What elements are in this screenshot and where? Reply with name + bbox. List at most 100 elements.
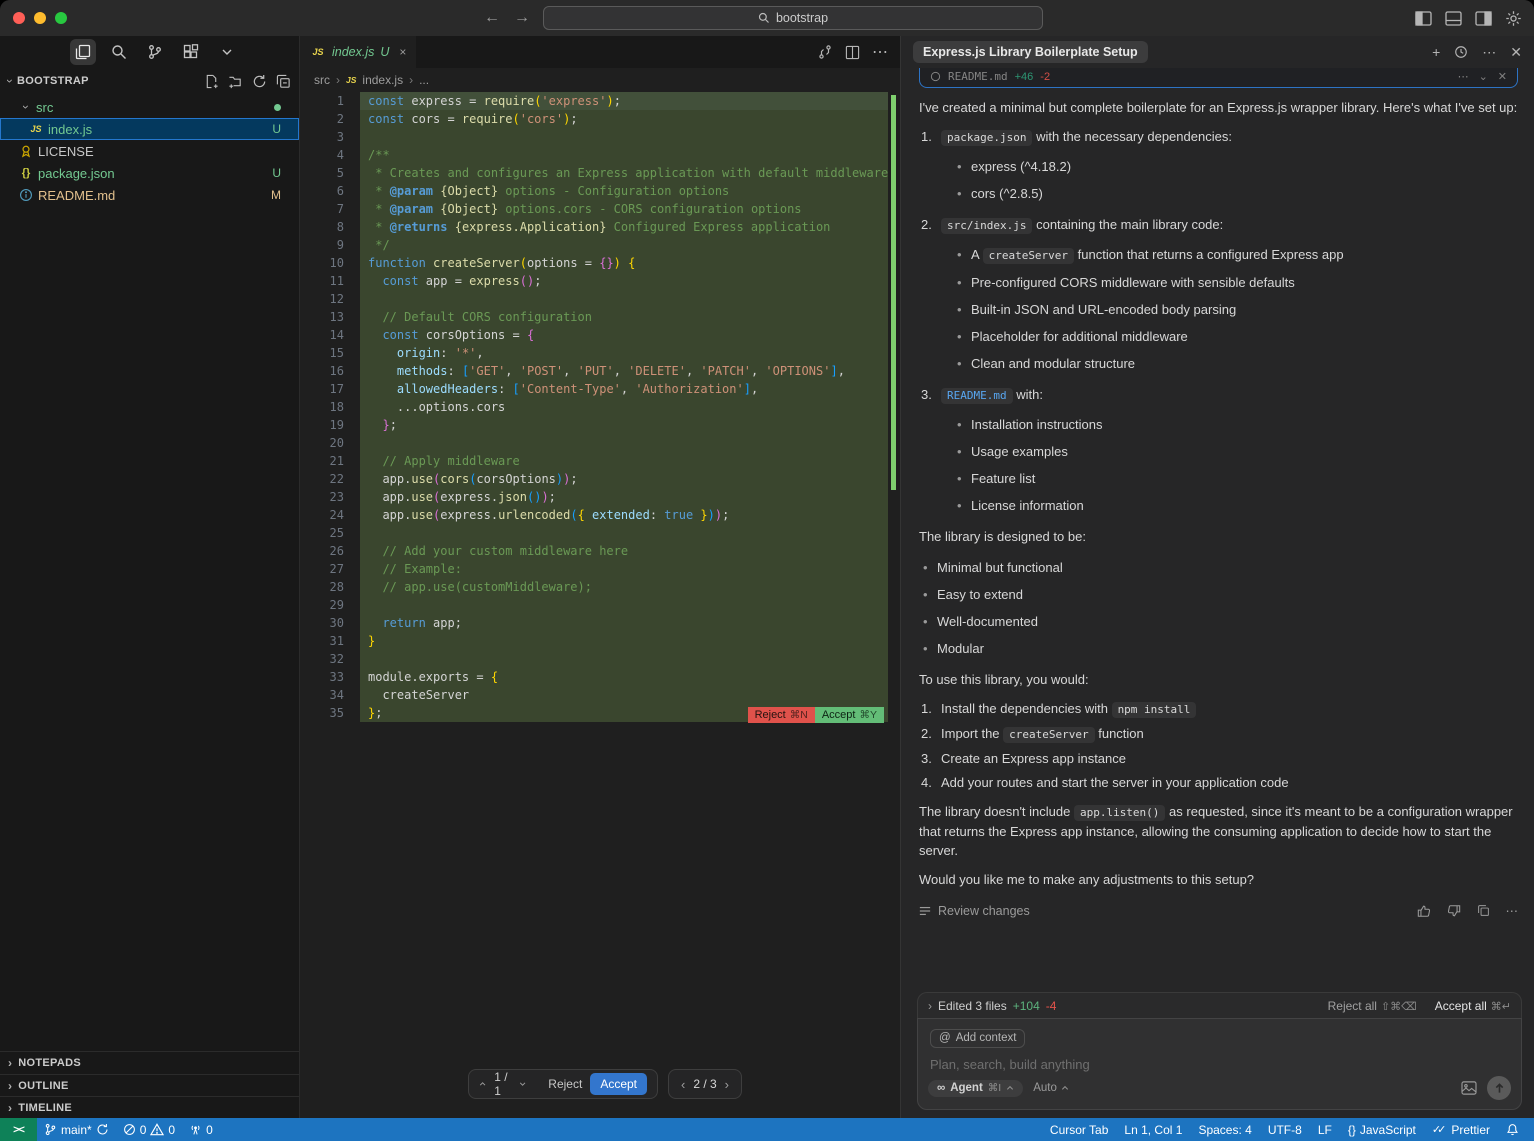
collapse-folders-icon[interactable] <box>276 74 291 89</box>
code-line[interactable]: 8 * @returns {express.Application} Confi… <box>300 218 900 236</box>
code-line[interactable]: 24 app.use(express.urlencoded({ extended… <box>300 506 900 524</box>
file-row-src[interactable]: ›src <box>0 96 299 118</box>
card-chevron-icon[interactable]: ⌄ <box>1479 70 1488 83</box>
remote-indicator[interactable]: >< <box>0 1118 37 1141</box>
close-tab-icon[interactable]: × <box>399 45 406 59</box>
source-control-icon[interactable] <box>142 39 168 65</box>
git-branch-item[interactable]: main* <box>37 1123 116 1137</box>
code-line[interactable]: 25 <box>300 524 900 542</box>
code-line[interactable]: 20 <box>300 434 900 452</box>
forward-arrow-icon[interactable]: → <box>514 9 530 27</box>
problems-item[interactable]: 0 0 <box>116 1123 182 1137</box>
chevron-up-icon[interactable] <box>479 1079 486 1089</box>
code-line[interactable]: 23 app.use(express.json()); <box>300 488 900 506</box>
chat-input[interactable]: @ Add context Plan, search, build anythi… <box>917 1018 1522 1110</box>
history-icon[interactable] <box>1454 45 1468 59</box>
code-area[interactable]: 1const express = require('express');2con… <box>300 92 900 722</box>
chat-tab-title[interactable]: Express.js Library Boilerplate Setup <box>913 41 1148 63</box>
code-line[interactable]: 9 */ <box>300 236 900 254</box>
copy-icon[interactable] <box>1477 904 1490 917</box>
reject-diff-button[interactable]: Reject⌘N <box>748 707 815 723</box>
extensions-icon[interactable] <box>178 39 204 65</box>
next-file-icon[interactable]: › <box>725 1077 729 1092</box>
cursor-tab-item[interactable]: Cursor Tab <box>1043 1123 1115 1137</box>
accept-button[interactable]: Accept <box>590 1073 647 1095</box>
code-line[interactable]: 32 <box>300 650 900 668</box>
thumbs-down-icon[interactable] <box>1447 904 1461 918</box>
encoding-item[interactable]: UTF-8 <box>1261 1123 1309 1137</box>
toggle-secondary-sidebar-icon[interactable] <box>1475 11 1492 26</box>
more-options-icon[interactable]: ⋯ <box>1482 44 1496 61</box>
ports-item[interactable]: 0 <box>182 1123 220 1137</box>
inline-code-file-link[interactable]: README.md <box>941 388 1013 404</box>
refresh-icon[interactable] <box>252 74 267 89</box>
back-arrow-icon[interactable]: ← <box>484 9 500 27</box>
code-line[interactable]: 7 * @param {Object} options.cors - CORS … <box>300 200 900 218</box>
prev-file-icon[interactable]: ‹ <box>681 1077 685 1092</box>
accept-diff-button[interactable]: Accept⌘Y <box>815 707 884 723</box>
code-line[interactable]: 15 origin: '*', <box>300 344 900 362</box>
thumbs-up-icon[interactable] <box>1417 904 1431 918</box>
code-line[interactable]: 21 // Apply middleware <box>300 452 900 470</box>
breadcrumb[interactable]: src › JS index.js › ... <box>300 68 900 92</box>
code-line[interactable]: 3 <box>300 128 900 146</box>
agent-mode-selector[interactable]: ∞ Agent ⌘I <box>928 1080 1023 1097</box>
card-close-icon[interactable]: ✕ <box>1498 70 1507 83</box>
zoom-window-button[interactable] <box>55 12 67 24</box>
formatter-item[interactable]: ✓✓ Prettier <box>1425 1123 1497 1137</box>
code-line[interactable]: 16 methods: ['GET', 'POST', 'PUT', 'DELE… <box>300 362 900 380</box>
code-line[interactable]: 19 }; <box>300 416 900 434</box>
model-selector[interactable]: Auto <box>1033 1082 1069 1094</box>
code-line[interactable]: 11 const app = express(); <box>300 272 900 290</box>
code-line[interactable]: 31} <box>300 632 900 650</box>
code-line[interactable]: 22 app.use(cors(corsOptions)); <box>300 470 900 488</box>
new-folder-icon[interactable] <box>228 74 243 89</box>
more-views-chevron-icon[interactable] <box>214 39 240 65</box>
explorer-icon[interactable] <box>70 39 96 65</box>
new-chat-icon[interactable]: + <box>1432 44 1440 60</box>
toggle-primary-sidebar-icon[interactable] <box>1415 11 1432 26</box>
file-row-readme-md[interactable]: README.mdM <box>0 184 299 206</box>
reject-all-button[interactable]: Reject all⇧⌘⌫ <box>1328 999 1417 1013</box>
cursor-position-item[interactable]: Ln 1, Col 1 <box>1117 1123 1189 1137</box>
close-panel-icon[interactable]: ✕ <box>1510 44 1522 61</box>
code-line[interactable]: 27 // Example: <box>300 560 900 578</box>
file-edit-card[interactable]: README.md +46 -2 ⋯ ⌄ ✕ <box>919 68 1518 88</box>
chat-scroll-area[interactable]: README.md +46 -2 ⋯ ⌄ ✕ I've created a mi… <box>901 68 1534 1118</box>
open-changes-icon[interactable] <box>817 44 833 60</box>
message-more-icon[interactable]: ⋯ <box>1506 903 1519 918</box>
code-line[interactable]: 28 // app.use(customMiddleware); <box>300 578 900 596</box>
code-line[interactable]: 17 allowedHeaders: ['Content-Type', 'Aut… <box>300 380 900 398</box>
code-line[interactable]: 10function createServer(options = {}) { <box>300 254 900 272</box>
settings-gear-icon[interactable] <box>1505 10 1522 27</box>
add-context-chip[interactable]: @ Add context <box>930 1029 1025 1048</box>
code-line[interactable]: 1const express = require('express'); <box>300 92 900 110</box>
file-row-license[interactable]: LICENSE <box>0 140 299 162</box>
indentation-item[interactable]: Spaces: 4 <box>1191 1123 1258 1137</box>
code-line[interactable]: 4/** <box>300 146 900 164</box>
sidebar-section-notepads[interactable]: ›NOTEPADS <box>0 1052 299 1074</box>
tab-index-js[interactable]: JS index.js U × <box>300 36 416 68</box>
code-line[interactable]: 5 * Creates and configures an Express ap… <box>300 164 900 182</box>
close-window-button[interactable] <box>13 12 25 24</box>
search-sidebar-icon[interactable] <box>106 39 132 65</box>
code-line[interactable]: 13 // Default CORS configuration <box>300 308 900 326</box>
breadcrumb-file[interactable]: index.js <box>362 73 403 87</box>
new-file-icon[interactable] <box>204 74 219 89</box>
minimize-window-button[interactable] <box>34 12 46 24</box>
notifications-item[interactable] <box>1499 1123 1526 1136</box>
card-more-icon[interactable]: ⋯ <box>1458 70 1469 83</box>
file-row-package-json[interactable]: {}package.jsonU <box>0 162 299 184</box>
code-line[interactable]: 26 // Add your custom middleware here <box>300 542 900 560</box>
sidebar-section-timeline[interactable]: ›TIMELINE <box>0 1096 299 1118</box>
code-line[interactable]: 6 * @param {Object} options - Configurat… <box>300 182 900 200</box>
language-item[interactable]: {} JavaScript <box>1341 1123 1423 1137</box>
code-line[interactable]: 14 const corsOptions = { <box>300 326 900 344</box>
code-line[interactable]: 18 ...options.cors <box>300 398 900 416</box>
toggle-panel-icon[interactable] <box>1445 11 1462 26</box>
send-button[interactable] <box>1487 1076 1511 1100</box>
file-row-index-js[interactable]: JSindex.jsU <box>0 118 299 140</box>
edited-files-bar[interactable]: › Edited 3 files +104 -4 Reject all⇧⌘⌫ A… <box>917 992 1522 1018</box>
code-line[interactable]: 34 createServer <box>300 686 900 704</box>
code-line[interactable]: 30 return app; <box>300 614 900 632</box>
